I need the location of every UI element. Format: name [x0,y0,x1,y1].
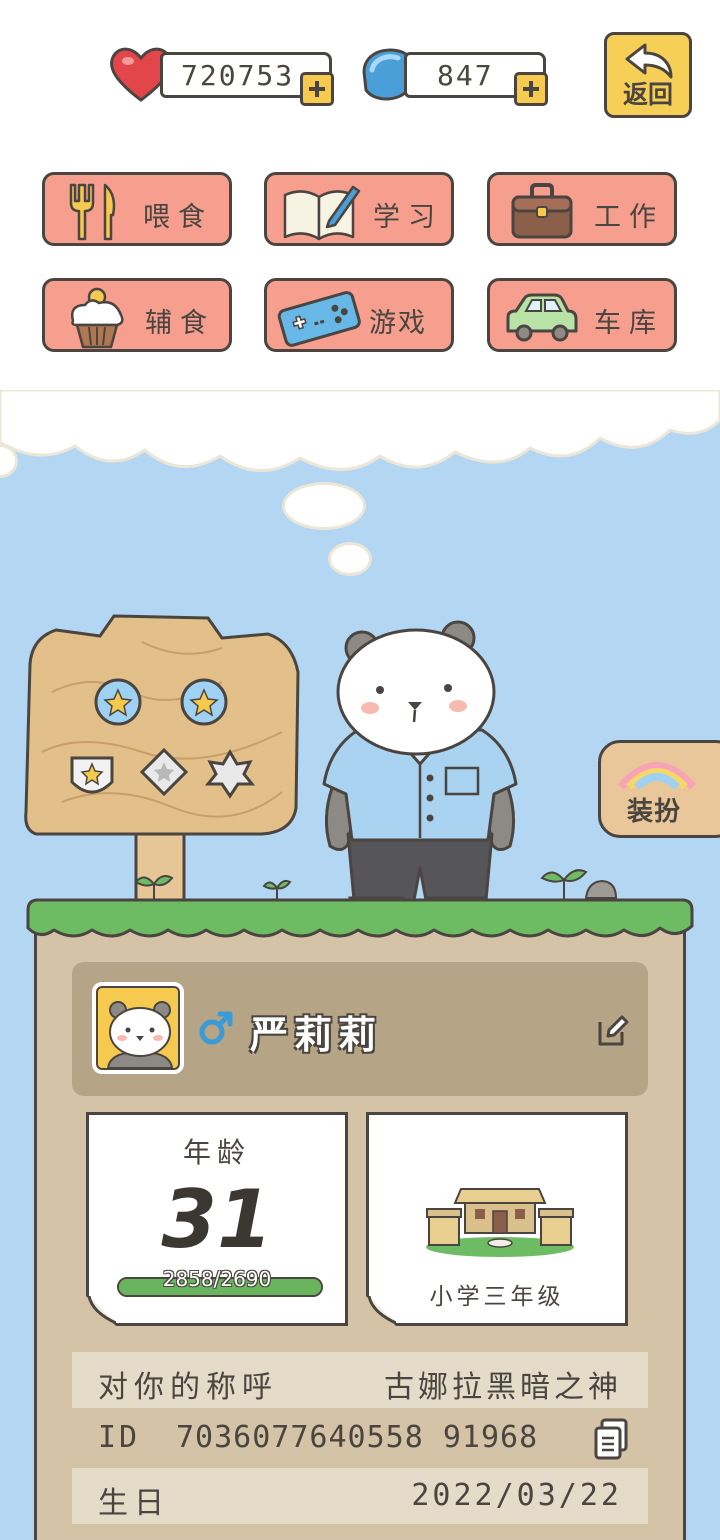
id-key: ID [98,1420,141,1455]
book-pen-icon [283,185,361,241]
avatar[interactable] [92,982,184,1074]
title-key: 对你的称呼 [98,1370,278,1405]
snack-button[interactable]: 辅食 [42,278,232,352]
back-button[interactable]: 返回 [604,32,692,118]
age-progress-text: 2858/2690 [162,1267,272,1291]
study-button[interactable]: 学习 [264,172,454,246]
age-label: 年龄 [182,1136,251,1169]
add-gems-button[interactable] [514,72,548,106]
dress-up-label: 装扮 [627,797,682,827]
feed-button[interactable]: 喂食 [42,172,232,246]
briefcase-icon [511,183,573,239]
sprout-icon [540,869,588,900]
grass-strip [26,898,694,938]
birthday-value: 2022/03/22 [411,1478,622,1513]
page-fold [86,1296,116,1326]
profile-header: 严莉莉 [72,962,648,1096]
gems-value: 847 [437,59,494,92]
hearts-value: 720753 [181,59,295,92]
achievement-signboard[interactable] [22,612,304,912]
birthday-row: 生日 2022/03/22 [72,1468,648,1524]
game-label: 游戏 [369,308,427,339]
thought-bubble-small [328,542,372,576]
cupcake-icon [71,287,124,349]
id-row: ID 7036077640558 91968 [72,1410,648,1466]
study-label: 学习 [373,202,443,233]
id-value: 7036077640558 91968 [176,1420,539,1455]
back-label: 返回 [622,80,673,109]
title-row: 对你的称呼 古娜拉黑暗之神 [72,1352,648,1408]
copy-icon[interactable] [592,1418,630,1460]
snack-label: 辅食 [145,308,215,339]
edit-icon[interactable] [596,1014,630,1048]
car-icon [506,293,578,342]
male-icon [199,1011,233,1045]
rainbow-icon [617,762,697,790]
feed-label: 喂食 [143,202,213,233]
work-button[interactable]: 工作 [487,172,677,246]
dress-up-button[interactable]: 装扮 [598,740,720,838]
fork-knife-icon [69,183,116,241]
age-value: 31 [161,1173,273,1266]
school-building-icon [426,1188,574,1257]
player-name: 严莉莉 [250,1013,383,1057]
school-grade: 小学三年级 [429,1284,565,1310]
garage-button[interactable]: 车库 [487,278,677,352]
game-button[interactable]: 游戏 [264,278,454,352]
work-label: 工作 [594,202,664,233]
panda-character[interactable] [318,618,522,918]
panda-avatar-icon [106,1001,174,1068]
add-hearts-button[interactable] [300,72,334,106]
cloud-edge [0,390,720,472]
title-value: 古娜拉黑暗之神 [384,1370,622,1405]
thought-bubble-large [282,482,366,530]
gamepad-icon [277,291,361,347]
age-card: 年龄 31 2858/2690 [86,1112,348,1326]
garage-label: 车库 [594,308,664,339]
school-card[interactable]: 小学三年级 [366,1112,628,1326]
birthday-key: 生日 [98,1486,170,1521]
